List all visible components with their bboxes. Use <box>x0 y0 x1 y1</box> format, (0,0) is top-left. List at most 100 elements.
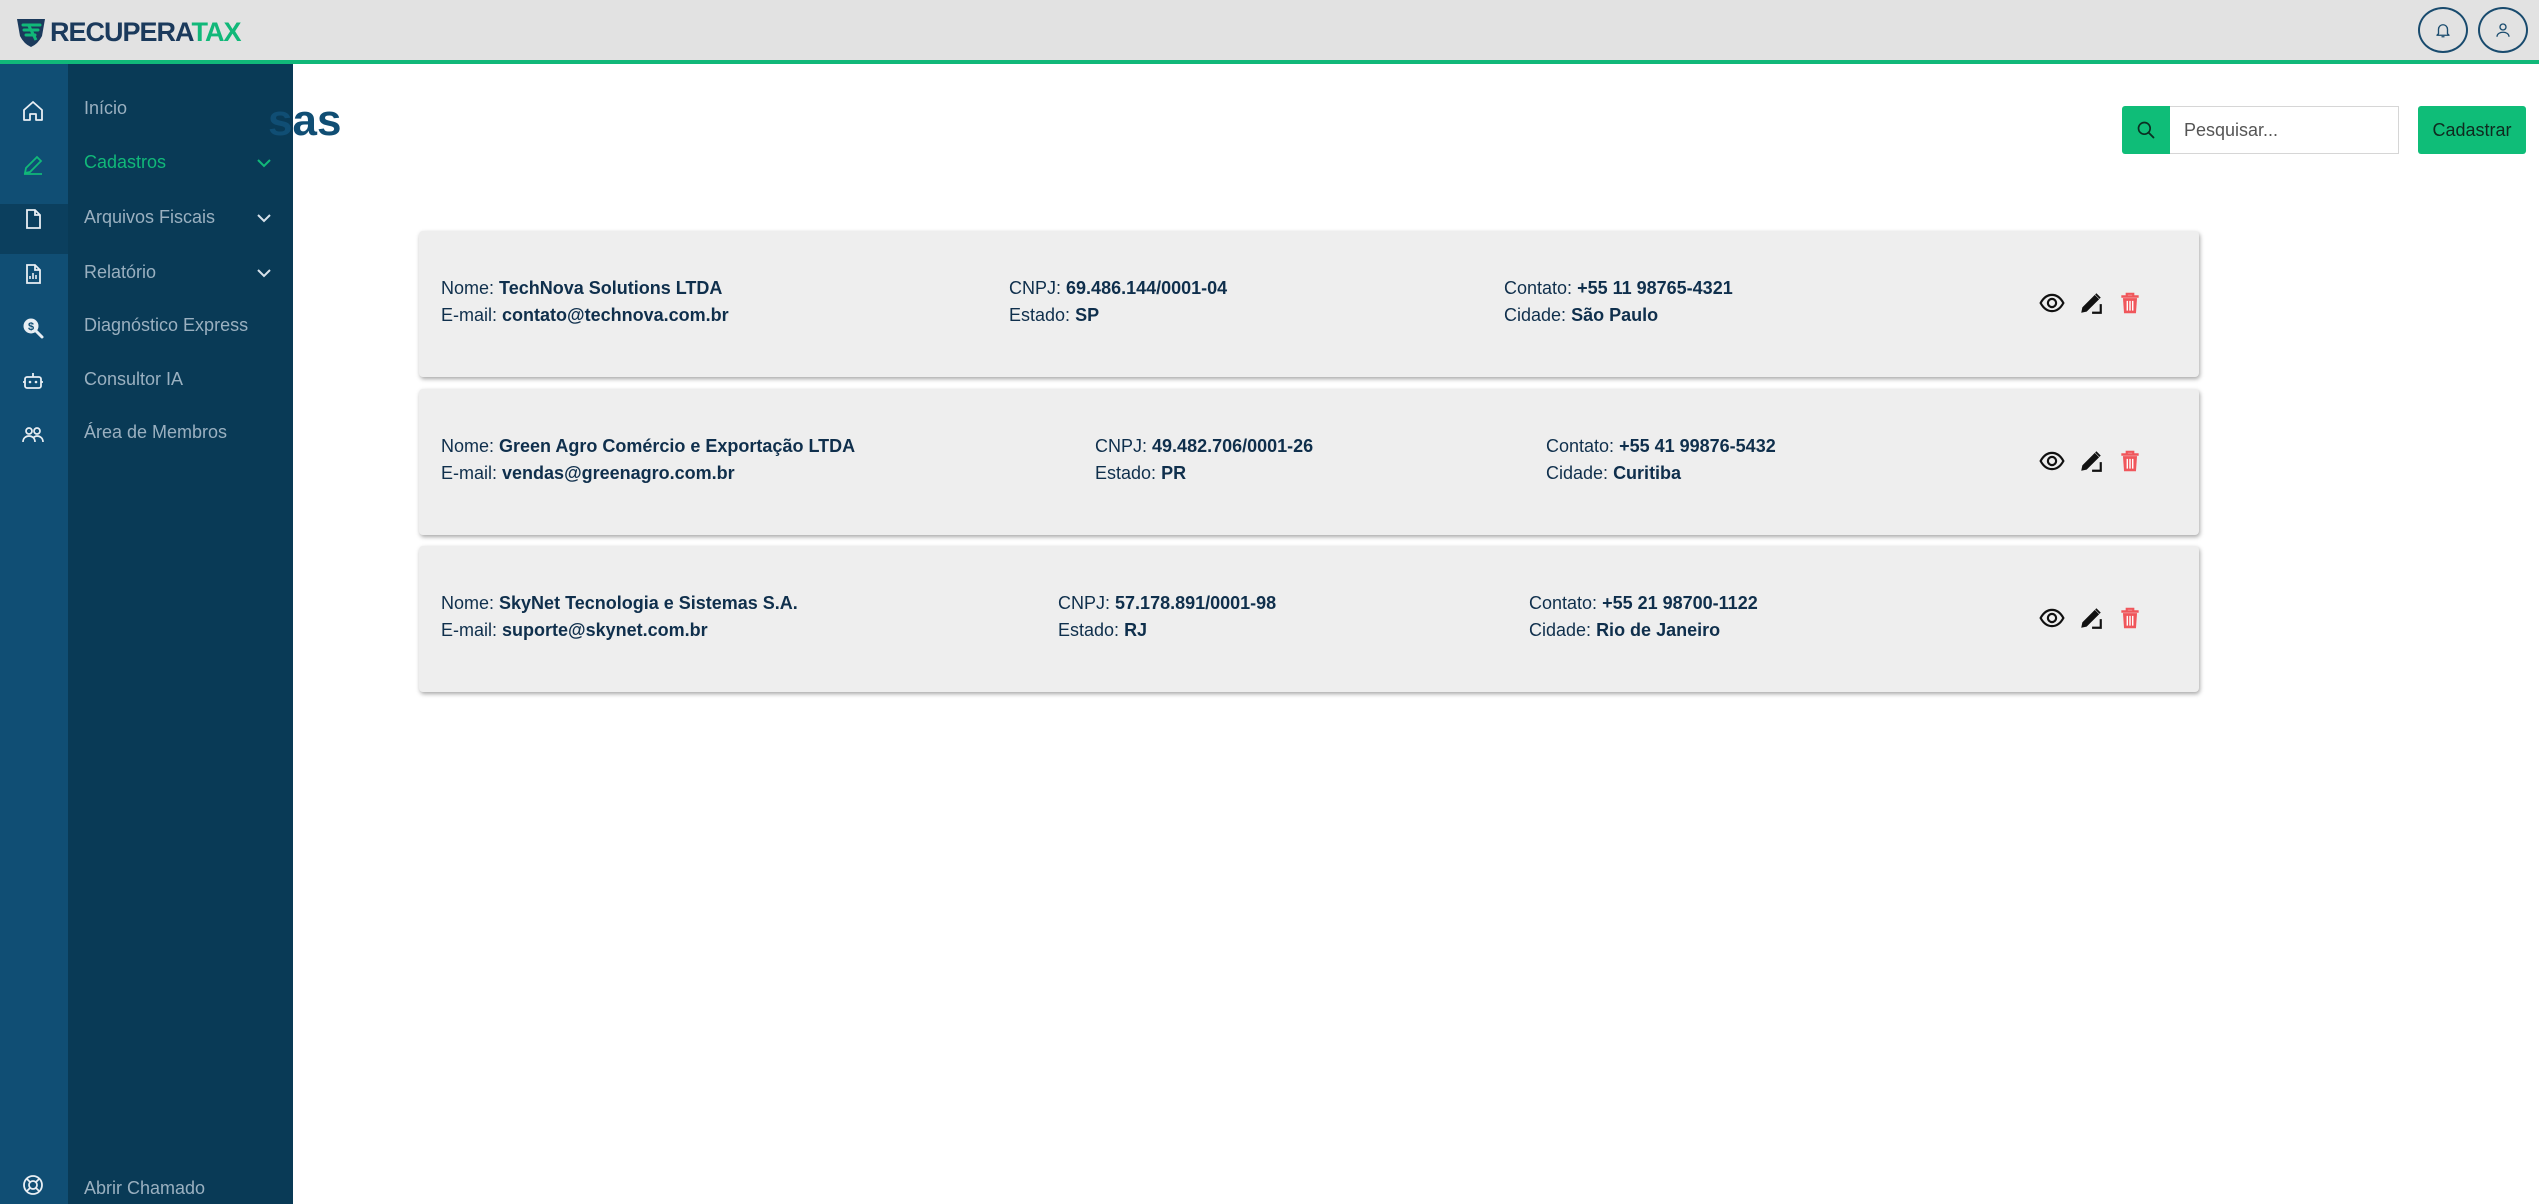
eye-icon <box>2039 448 2065 474</box>
edit-icon[interactable] <box>20 152 46 178</box>
search-icon <box>2137 121 2155 139</box>
support-icon[interactable] <box>20 1172 46 1198</box>
edit-button[interactable] <box>2077 289 2105 317</box>
company-contact: Contato: +55 21 98700-1122 <box>1529 590 1758 617</box>
delete-button[interactable] <box>2116 604 2144 632</box>
company-contact: Contato: +55 11 98765-4321 <box>1504 275 1733 302</box>
chevron-down-icon[interactable] <box>255 209 273 227</box>
user-menu-button[interactable] <box>2478 7 2528 53</box>
sidebar-item-label: Diagnóstico Express <box>84 315 249 335</box>
company-email: E-mail: suporte@skynet.com.br <box>441 617 708 644</box>
field-label: Contato: <box>1529 593 1598 613</box>
logo-text: RECUPERATAX <box>50 16 242 48</box>
members-icon[interactable] <box>20 422 46 448</box>
sidebar-item-diagnostico-express[interactable]: Diagnóstico Express <box>84 315 248 336</box>
company-state: Estado: SP <box>1009 302 1099 329</box>
company-email: E-mail: vendas@greenagro.com.br <box>441 460 735 487</box>
search-dollar-icon[interactable]: $ <box>20 315 46 341</box>
sidebar-item-consultor-ia[interactable]: Consultor IA <box>84 369 183 390</box>
sidebar-item-label: Relatório <box>84 262 157 282</box>
field-label: Estado: <box>1009 305 1071 325</box>
field-label: Cidade: <box>1504 305 1567 325</box>
field-label: Cidade: <box>1529 620 1592 640</box>
edit-button[interactable] <box>2077 447 2105 475</box>
field-value: contato@technova.com.br <box>502 305 729 325</box>
delete-button[interactable] <box>2116 289 2144 317</box>
view-button[interactable] <box>2038 289 2066 317</box>
trash-icon <box>2117 448 2143 474</box>
sidebar-item-label: Arquivos Fiscais <box>84 207 216 227</box>
field-value: Green Agro Comércio e Exportação LTDA <box>499 436 856 456</box>
sidebar-panel <box>68 64 293 1204</box>
chevron-down-icon[interactable] <box>255 154 273 172</box>
field-label: E-mail: <box>441 305 498 325</box>
field-label: Nome: <box>441 436 495 456</box>
company-name: Nome: SkyNet Tecnologia e Sistemas S.A. <box>441 590 798 617</box>
sidebar-item-inicio[interactable]: Início <box>84 98 127 119</box>
field-label: Contato: <box>1546 436 1615 456</box>
company-name: Nome: Green Agro Comércio e Exportação L… <box>441 433 855 460</box>
bell-icon <box>2436 24 2450 38</box>
company-city: Cidade: Curitiba <box>1546 460 1681 487</box>
file-icon[interactable] <box>20 206 46 232</box>
top-header: RECUPERATAX <box>0 0 2539 64</box>
notifications-button[interactable] <box>2418 7 2468 53</box>
sidebar-item-relatorio[interactable]: Relatório <box>84 262 156 283</box>
field-value: PR <box>1161 463 1187 483</box>
sidebar-item-cadastros[interactable]: Cadastros <box>84 152 166 173</box>
field-value: Rio de Janeiro <box>1596 620 1721 640</box>
delete-button[interactable] <box>2116 447 2144 475</box>
field-label: Estado: <box>1095 463 1157 483</box>
company-city: Cidade: São Paulo <box>1504 302 1658 329</box>
view-button[interactable] <box>2038 447 2066 475</box>
sidebar-item-abrir-chamado[interactable]: Abrir Chamado <box>84 1178 205 1199</box>
view-button[interactable] <box>2038 604 2066 632</box>
sidebar-item-area-de-membros[interactable]: Área de Membros <box>84 422 227 443</box>
company-state: Estado: RJ <box>1058 617 1147 644</box>
field-value: São Paulo <box>1571 305 1659 325</box>
register-button[interactable]: Cadastrar <box>2418 106 2526 154</box>
field-value: +55 41 99876-5432 <box>1619 436 1776 456</box>
edit-button[interactable] <box>2077 604 2105 632</box>
sidebar-item-label: Área de Membros <box>84 422 228 442</box>
search-button[interactable] <box>2122 106 2170 154</box>
field-value: suporte@skynet.com.br <box>502 620 708 640</box>
field-value: +55 11 98765-4321 <box>1577 278 1733 298</box>
page-title: sas <box>268 96 342 145</box>
sidebar-item-label: Abrir Chamado <box>84 1178 206 1198</box>
robot-icon[interactable] <box>20 368 46 394</box>
company-card: Nome: TechNova Solutions LTDA E-mail: con… <box>419 231 2199 377</box>
company-city: Cidade: Rio de Janeiro <box>1529 617 1720 644</box>
field-value: SkyNet Tecnologia e Sistemas S.A. <box>499 593 798 613</box>
field-label: CNPJ: <box>1095 436 1148 456</box>
field-label: Contato: <box>1504 278 1573 298</box>
sidebar-item-arquivos-fiscais[interactable]: Arquivos Fiscais <box>84 207 215 228</box>
field-value: +55 21 98700-1122 <box>1602 593 1758 613</box>
company-cnpj: CNPJ: 69.486.144/0001-04 <box>1009 275 1227 302</box>
field-value: Curitiba <box>1613 463 1682 483</box>
field-label: E-mail: <box>441 463 498 483</box>
field-label: Nome: <box>441 278 495 298</box>
file-chart-icon[interactable] <box>20 261 46 287</box>
field-value: TechNova Solutions LTDA <box>499 278 723 298</box>
field-label: Estado: <box>1058 620 1120 640</box>
home-icon[interactable] <box>20 98 46 124</box>
edit-icon <box>2078 605 2104 631</box>
app-logo[interactable]: RECUPERATAX <box>14 14 242 50</box>
company-state: Estado: PR <box>1095 460 1186 487</box>
company-card: Nome: SkyNet Tecnologia e Sistemas S.A. E… <box>419 546 2199 692</box>
search-input[interactable] <box>2170 106 2399 154</box>
edit-icon <box>2078 448 2104 474</box>
field-value: 57.178.891/0001-98 <box>1115 593 1277 613</box>
company-card: Nome: Green Agro Comércio e Exportação L… <box>419 389 2199 535</box>
logo-text-part2: TAX <box>191 16 242 47</box>
field-label: Cidade: <box>1546 463 1609 483</box>
sidebar-icon-rail: $ <box>0 64 68 1204</box>
chevron-down-icon[interactable] <box>255 264 273 282</box>
field-label: Nome: <box>441 593 495 613</box>
company-cnpj: CNPJ: 57.178.891/0001-98 <box>1058 590 1276 617</box>
trash-icon <box>2117 605 2143 631</box>
edit-icon <box>2078 290 2104 316</box>
field-value: 69.486.144/0001-04 <box>1066 278 1228 298</box>
svg-text:$: $ <box>28 321 34 333</box>
